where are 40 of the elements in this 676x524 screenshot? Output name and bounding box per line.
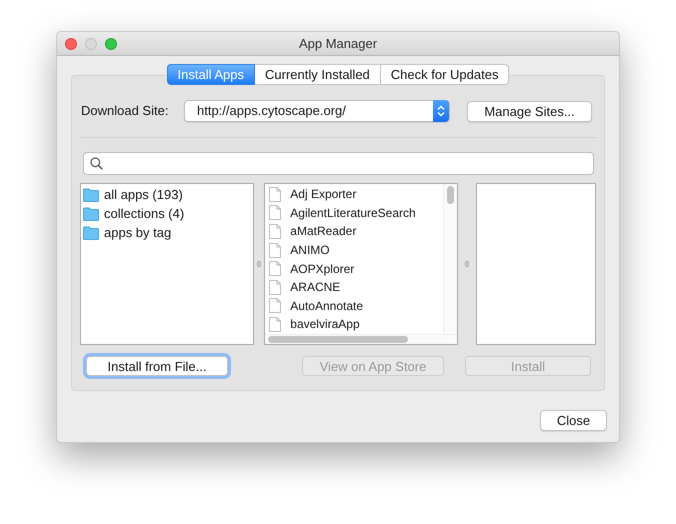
document-icon [269, 280, 282, 295]
splitter-handle[interactable] [465, 261, 470, 267]
tab[interactable]: Currently Installed [255, 64, 381, 85]
category-item[interactable]: apps by tag [104, 222, 172, 242]
zoom-icon[interactable] [105, 38, 117, 50]
app-item[interactable]: ARACNE [290, 278, 340, 296]
search-icon [90, 157, 103, 170]
document-icon [269, 205, 282, 220]
app-item[interactable]: AutoAnnotate [290, 296, 364, 315]
folder-icon [83, 206, 99, 220]
document-icon [269, 224, 282, 239]
tab[interactable]: Check for Updates [380, 64, 510, 85]
category-item[interactable]: all apps (193) [104, 184, 183, 204]
manage-sites-button[interactable]: Manage Sites... [467, 100, 592, 122]
category-item[interactable]: collections (4) [104, 204, 184, 224]
app-item[interactable]: AgilentLiteratureSearch [290, 204, 416, 222]
site-dropdown[interactable]: http://apps.cytoscape.org/ [184, 100, 450, 122]
splitter-handle[interactable] [257, 261, 262, 267]
document-icon [269, 316, 282, 332]
app-item[interactable]: aMatReader [290, 222, 356, 240]
field-label: Download Site: [80, 102, 170, 120]
dropdown-arrows-icon [433, 100, 449, 122]
folder-icon [83, 226, 99, 240]
app-item[interactable]: AOPXplorer [290, 260, 354, 278]
document-icon [269, 186, 282, 202]
action-button[interactable]: Install from File... [86, 356, 228, 376]
close-button[interactable]: Close [540, 410, 607, 431]
close-icon[interactable] [65, 38, 77, 50]
app-item[interactable]: Adj Exporter [290, 185, 356, 204]
document-icon [269, 242, 282, 258]
folder-icon [83, 188, 99, 202]
document-icon [269, 298, 282, 314]
window-title: App Manager [298, 34, 378, 53]
app-item[interactable]: bavelviraApp [290, 315, 360, 334]
scrollbar-thumb[interactable] [447, 186, 454, 204]
app-item[interactable]: ANIMO [290, 241, 330, 260]
scrollbar-thumb[interactable] [268, 336, 408, 343]
search-field[interactable] [83, 152, 594, 175]
document-icon [269, 261, 282, 276]
minimize-icon[interactable] [85, 38, 97, 50]
